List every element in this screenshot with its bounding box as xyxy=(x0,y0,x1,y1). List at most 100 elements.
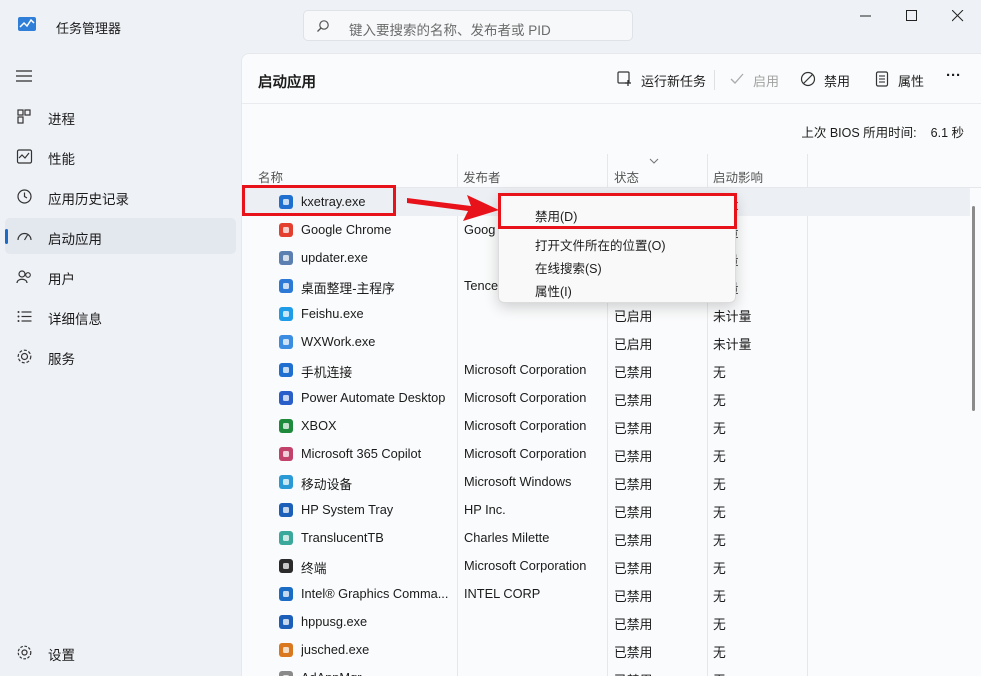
disable-button[interactable]: 禁用 xyxy=(800,64,855,94)
app-status: 已禁用 xyxy=(614,365,653,380)
app-impact: 无 xyxy=(713,533,726,548)
sidebar-item-processes[interactable]: 进程 xyxy=(5,98,236,134)
details-icon xyxy=(17,311,32,322)
sidebar-item-label: 详细信息 xyxy=(48,312,102,327)
app-icon xyxy=(279,391,293,405)
annotation-highlight-disable xyxy=(498,193,737,229)
table-row[interactable]: 移动设备 Microsoft Windows 已禁用 无 xyxy=(242,468,970,496)
context-menu-search-online[interactable]: 在线搜索(S) xyxy=(501,254,733,276)
app-publisher: Microsoft Corporation xyxy=(464,362,587,377)
app-name: Microsoft 365 Copilot xyxy=(301,446,422,461)
app-impact: 无 xyxy=(713,477,726,492)
search-box[interactable]: 键入要搜索的名称、发布者或 PID xyxy=(303,10,633,41)
properties-button[interactable]: 属性 xyxy=(874,64,929,94)
sidebar-item-details[interactable]: 详细信息 xyxy=(5,298,236,334)
close-button[interactable] xyxy=(935,0,981,32)
table-row[interactable]: Intel® Graphics Comma... INTEL CORP 已禁用 无 xyxy=(242,580,970,608)
history-icon xyxy=(17,189,32,204)
app-publisher: Microsoft Corporation xyxy=(464,418,587,433)
app-status: 已禁用 xyxy=(614,477,653,492)
sidebar-item-app-history[interactable]: 应用历史记录 xyxy=(5,178,236,214)
toolbar-divider xyxy=(714,70,715,90)
app-impact: 未计量 xyxy=(713,309,752,324)
app-name: HP System Tray xyxy=(301,502,394,517)
app-status: 已禁用 xyxy=(614,421,653,436)
table-row[interactable]: TranslucentTB Charles Milette 已禁用 无 xyxy=(242,524,970,552)
column-header-status[interactable]: 状态 xyxy=(614,167,639,186)
app-status: 已禁用 xyxy=(614,617,653,632)
app-icon xyxy=(279,559,293,573)
sidebar-item-users[interactable]: 用户 xyxy=(5,258,236,294)
app-icon xyxy=(279,251,293,265)
sidebar-item-label: 启动应用 xyxy=(48,232,102,247)
minimize-button[interactable] xyxy=(843,0,889,32)
table-row[interactable]: 终端 Microsoft Corporation 已禁用 无 xyxy=(242,552,970,580)
app-status: 已禁用 xyxy=(614,533,653,548)
app-icon xyxy=(279,363,293,377)
column-header-name[interactable]: 名称 xyxy=(258,167,283,186)
table-row[interactable]: 手机连接 Microsoft Corporation 已禁用 无 xyxy=(242,356,970,384)
table-row[interactable]: Power Automate Desktop Microsoft Corporat… xyxy=(242,384,970,412)
maximize-button[interactable] xyxy=(889,0,935,32)
table-row[interactable]: XBOX Microsoft Corporation 已禁用 无 xyxy=(242,412,970,440)
app-icon xyxy=(279,671,293,676)
context-menu-open-file-location[interactable]: 打开文件所在的位置(O) xyxy=(501,231,733,253)
app-icon xyxy=(279,531,293,545)
app-icon xyxy=(279,615,293,629)
app-name: WXWork.exe xyxy=(301,334,376,349)
title-bar: 任务管理器 键入要搜索的名称、发布者或 PID xyxy=(0,0,981,52)
sidebar-item-startup-apps[interactable]: 启动应用 xyxy=(5,218,236,254)
app-impact: 未计量 xyxy=(713,337,752,352)
app-impact: 无 xyxy=(713,645,726,660)
app-impact: 无 xyxy=(713,617,726,632)
sidebar-item-services[interactable]: 服务 xyxy=(5,338,236,374)
sidebar-item-label: 服务 xyxy=(48,352,75,367)
table-row[interactable]: AdAppMgr... 已禁用 无 xyxy=(242,664,970,676)
app-name: Intel® Graphics Comma... xyxy=(301,586,449,601)
app-impact: 无 xyxy=(713,589,726,604)
app-status: 已禁用 xyxy=(614,589,653,604)
users-icon xyxy=(16,270,31,284)
annotation-highlight-kxetray xyxy=(242,185,396,216)
app-impact: 无 xyxy=(713,449,726,464)
close-icon xyxy=(952,10,964,22)
app-publisher: Microsoft Corporation xyxy=(464,446,587,461)
app-name: Feishu.exe xyxy=(301,306,364,321)
app-icon xyxy=(279,279,293,293)
app-publisher: Microsoft Corporation xyxy=(464,390,587,405)
search-icon xyxy=(317,20,329,32)
app-status: 已禁用 xyxy=(614,645,653,660)
app-impact: 无 xyxy=(713,505,726,520)
sidebar-item-label: 应用历史记录 xyxy=(48,192,129,207)
enable-button[interactable]: 启用 xyxy=(729,64,779,94)
properties-icon xyxy=(875,71,889,87)
context-menu-properties[interactable]: 属性(I) xyxy=(501,277,733,299)
table-row[interactable]: jusched.exe 已禁用 无 xyxy=(242,636,970,664)
sidebar-item-settings[interactable]: 设置 xyxy=(5,634,236,670)
hamburger-menu-icon[interactable] xyxy=(15,68,33,84)
app-icon xyxy=(279,587,293,601)
app-publisher: Microsoft Windows xyxy=(464,474,572,489)
search-input[interactable]: 键入要搜索的名称、发布者或 PID xyxy=(349,19,551,39)
vertical-scrollbar[interactable] xyxy=(972,206,975,411)
app-status: 已启用 xyxy=(614,309,653,324)
run-new-task-button[interactable]: 运行新任务 xyxy=(617,64,707,94)
app-name: updater.exe xyxy=(301,250,368,265)
sidebar-item-performance[interactable]: 性能 xyxy=(5,138,236,174)
app-icon xyxy=(279,335,293,349)
column-header-impact[interactable]: 启动影响 xyxy=(713,167,763,186)
sidebar-item-label: 进程 xyxy=(48,112,75,127)
table-row[interactable]: hppusg.exe 已禁用 无 xyxy=(242,608,970,636)
table-row[interactable]: Microsoft 365 Copilot Microsoft Corporati… xyxy=(242,440,970,468)
maximize-icon xyxy=(906,10,917,21)
table-row[interactable]: WXWork.exe 已启用 未计量 xyxy=(242,328,970,356)
more-options-button[interactable]: ··· xyxy=(946,67,968,97)
window-title: 任务管理器 xyxy=(56,21,122,36)
table-row[interactable]: HP System Tray HP Inc. 已禁用 无 xyxy=(242,496,970,524)
page-title: 启动应用 xyxy=(258,75,316,91)
column-header-publisher[interactable]: 发布者 xyxy=(463,167,501,186)
table-row[interactable]: Feishu.exe 已启用 未计量 xyxy=(242,300,970,328)
app-name: jusched.exe xyxy=(301,642,370,657)
active-indicator xyxy=(5,229,8,244)
app-icon xyxy=(279,643,293,657)
